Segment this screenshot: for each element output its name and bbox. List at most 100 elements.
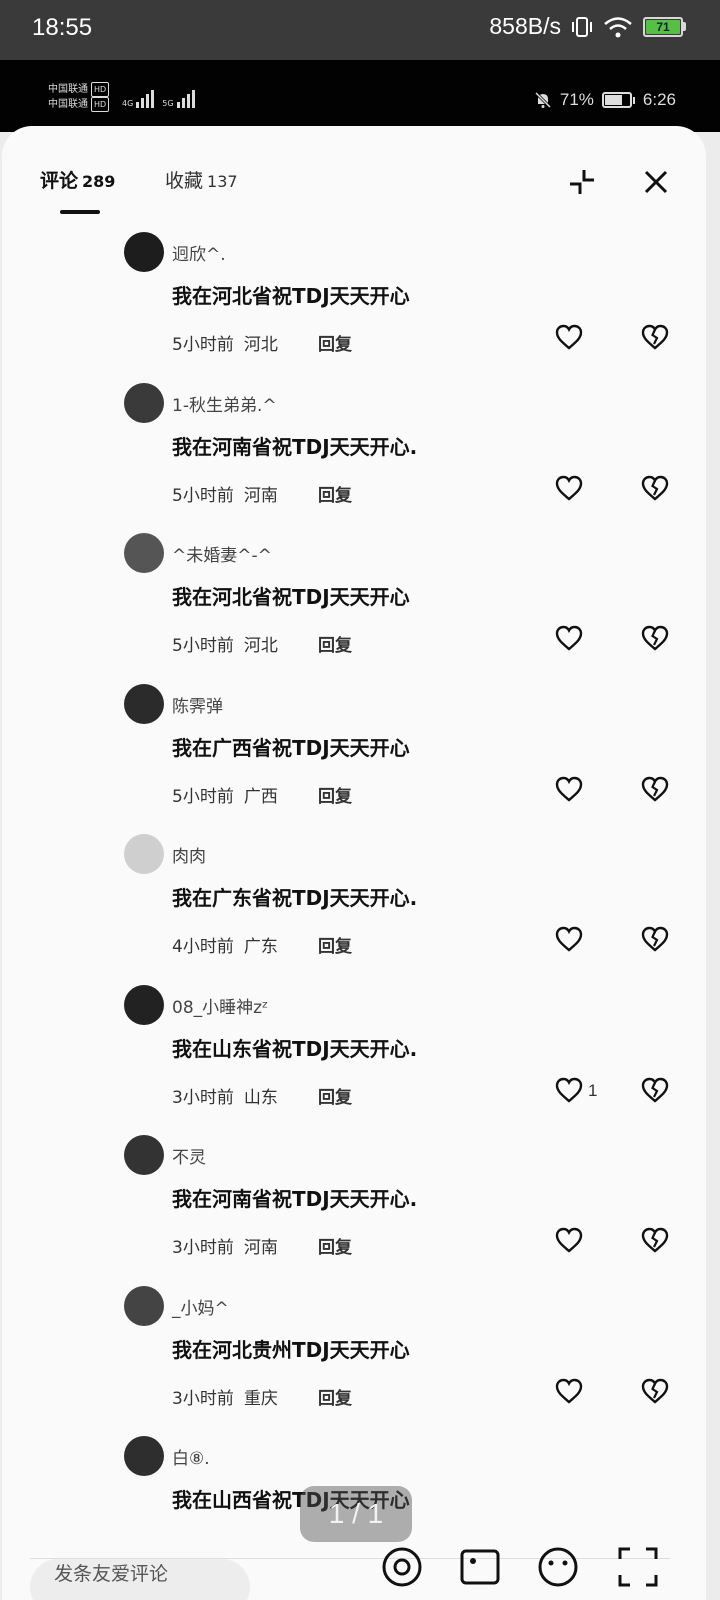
reply-button[interactable]: 回复 xyxy=(318,1384,352,1409)
comment-location: 河南 xyxy=(243,1238,278,1258)
tab-favorites-count: 137 xyxy=(207,172,238,191)
broken-heart-icon[interactable] xyxy=(640,1075,670,1105)
comment-location: 河南 xyxy=(243,485,278,506)
comment-meta: 5小时前 河北 xyxy=(172,330,278,355)
avatar[interactable] xyxy=(124,382,164,423)
comment-item: 1-秋生弟弟.^ 我在河南省祝TDJ天天开心. 5小时前 河南 回复 xyxy=(2,382,706,533)
battery-icon: 71 xyxy=(643,16,686,37)
reply-button[interactable]: 回复 xyxy=(318,1233,352,1258)
signal-icon: 4G 5G xyxy=(122,90,195,108)
comment-username[interactable]: 1-秋生弟弟.^ xyxy=(172,391,277,416)
comment-username[interactable]: _小妈^ xyxy=(172,1294,229,1319)
at-icon[interactable] xyxy=(380,1545,424,1589)
broken-heart-icon[interactable] xyxy=(640,1376,670,1406)
comment-location: 广西 xyxy=(243,786,278,807)
heart-icon[interactable] xyxy=(554,1225,584,1255)
comment-username[interactable]: 肉肉 xyxy=(172,842,206,867)
comment-meta: 3小时前 山东 xyxy=(172,1083,278,1108)
comment-location: 广东 xyxy=(243,937,278,957)
reply-button[interactable]: 回复 xyxy=(318,782,352,807)
comment-item: 肉肉我在广东省祝TDJ天天开心. 4小时前 广东 回复 xyxy=(2,834,706,984)
comment-meta: 5小时前 河北 xyxy=(172,631,278,656)
avatar[interactable] xyxy=(124,1135,164,1175)
comment-item: 08_小睡神zᶻ 我在山东省祝TDJ天天开心. 3小时前 山东 回复 1 xyxy=(2,984,706,1135)
avatar[interactable] xyxy=(124,232,164,272)
collapse-icon[interactable] xyxy=(562,162,602,202)
heart-icon[interactable] xyxy=(554,1075,584,1105)
bell-muted-icon xyxy=(534,91,551,109)
scan-icon[interactable] xyxy=(616,1545,660,1589)
comment-input-placeholder: 发条友爱评论 xyxy=(54,1563,169,1585)
comment-meta: 3小时前 重庆 xyxy=(172,1384,278,1409)
broken-heart-icon[interactable] xyxy=(640,1225,670,1255)
heart-icon[interactable] xyxy=(554,924,584,954)
close-icon[interactable] xyxy=(636,162,676,202)
tab-comments-count: 289 xyxy=(82,172,116,191)
comment-input-bar: 发条友爱评论 xyxy=(30,1547,670,1600)
heart-icon[interactable] xyxy=(554,623,584,653)
heart-icon[interactable] xyxy=(554,1376,584,1406)
heart-icon[interactable] xyxy=(554,322,584,352)
comment-text: 我在河北省祝TDJ天天开心 xyxy=(172,284,410,308)
inner-status-bar: 中国联通 HD 中国联通 HD 4G 5G 71% 6:26 xyxy=(0,60,720,132)
hd-badge: HD xyxy=(91,82,110,97)
status-time: 18:55 xyxy=(32,14,93,41)
comment-username[interactable]: 迥欣^. xyxy=(172,240,226,265)
emoji-icon[interactable] xyxy=(536,1545,580,1589)
comment-username[interactable]: 不灵 xyxy=(172,1143,206,1168)
avatar[interactable] xyxy=(124,1285,164,1326)
comment-item: _小妈^ 我在河北贵州TDJ天天开心 3小时前 重庆 回复 xyxy=(2,1285,706,1436)
comment-item: 不灵我在河南省祝TDJ天天开心. 3小时前 河南 回复 xyxy=(2,1135,706,1285)
broken-heart-icon[interactable] xyxy=(640,924,670,954)
comment-meta: 5小时前 河南 xyxy=(172,481,278,506)
comment-time: 3小时前 xyxy=(172,1238,234,1258)
avatar[interactable] xyxy=(124,1436,164,1476)
comment-time: 4小时前 xyxy=(172,937,234,957)
comment-time: 5小时前 xyxy=(172,786,234,807)
comment-item: 迥欣^. 我在河北省祝TDJ天天开心 5小时前 河北 回复 xyxy=(2,232,706,382)
comment-time: 5小时前 xyxy=(172,335,234,355)
wifi-icon xyxy=(604,16,632,37)
comment-time: 5小时前 xyxy=(172,636,234,656)
heart-icon[interactable] xyxy=(554,774,584,804)
comment-username[interactable]: 08_小睡神zᶻ xyxy=(172,993,268,1018)
avatar[interactable] xyxy=(124,533,164,573)
comment-input[interactable]: 发条友爱评论 xyxy=(30,1559,250,1600)
avatar[interactable] xyxy=(124,683,164,724)
net-type-2: 5G xyxy=(162,99,174,108)
comment-username[interactable]: 白⑧. xyxy=(172,1444,210,1469)
reply-button[interactable]: 回复 xyxy=(318,1083,352,1108)
comment-location: 河北 xyxy=(243,636,278,656)
broken-heart-icon[interactable] xyxy=(640,623,670,653)
reply-button[interactable]: 回复 xyxy=(318,631,352,656)
tab-comments[interactable]: 评论 289 xyxy=(40,166,115,193)
hd-badge: HD xyxy=(91,97,110,112)
tab-comments-label: 评论 xyxy=(40,170,79,192)
page-indicator: 1 / 1 xyxy=(300,1486,412,1542)
comment-text: 我在广东省祝TDJ天天开心. xyxy=(172,886,418,910)
comment-username[interactable]: ^未婚妻^-^ xyxy=(172,541,272,566)
avatar[interactable] xyxy=(124,834,164,874)
reply-button[interactable]: 回复 xyxy=(318,932,352,957)
heart-icon[interactable] xyxy=(554,473,584,503)
tab-favorites[interactable]: 收藏 137 xyxy=(165,166,238,193)
comment-text: 我在河南省祝TDJ天天开心. xyxy=(172,1187,418,1211)
broken-heart-icon[interactable] xyxy=(640,322,670,352)
comment-text: 我在河南省祝TDJ天天开心. xyxy=(172,434,418,459)
status-right: 858B/s 71 xyxy=(489,13,686,40)
comment-text: 我在河北贵州TDJ天天开心 xyxy=(172,1337,410,1362)
comment-text: 我在河北省祝TDJ天天开心 xyxy=(172,585,410,609)
comment-time: 5小时前 xyxy=(172,485,234,506)
reply-button[interactable]: 回复 xyxy=(318,330,352,355)
avatar[interactable] xyxy=(124,984,164,1025)
reply-button[interactable]: 回复 xyxy=(318,481,352,506)
like-count: 1 xyxy=(588,1080,598,1100)
image-icon[interactable] xyxy=(458,1545,502,1589)
comment-meta: 4小时前 广东 xyxy=(172,932,278,957)
comment-time: 3小时前 xyxy=(172,1388,234,1409)
inner-status-right: 71% 6:26 xyxy=(534,90,676,110)
vibrate-icon xyxy=(572,16,592,37)
broken-heart-icon[interactable] xyxy=(640,473,670,503)
broken-heart-icon[interactable] xyxy=(640,774,670,804)
comment-username[interactable]: 陈霁弹 xyxy=(172,692,223,717)
